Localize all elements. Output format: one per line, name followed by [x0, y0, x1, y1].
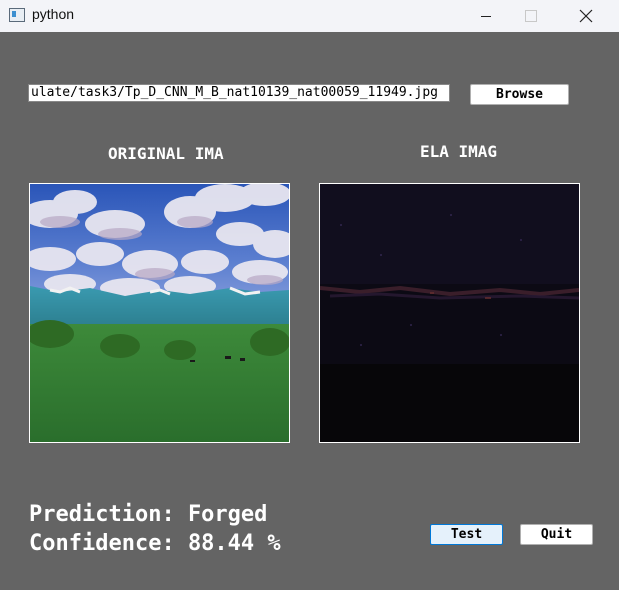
ela-image-label: ELA IMAG: [420, 142, 498, 161]
confidence-text: Confidence: 88.44 %: [29, 531, 281, 556]
ela-image: [319, 183, 580, 443]
quit-button[interactable]: Quit: [520, 524, 593, 545]
title-bar: python: [0, 0, 619, 32]
original-image-label: ORIGINAL IMA: [108, 144, 224, 163]
file-path-input[interactable]: ulate/task3/Tp_D_CNN_M_B_nat10139_nat000…: [28, 84, 450, 102]
ela-noise-map: [320, 184, 579, 442]
maximize-icon: [525, 10, 537, 22]
window-title: python: [32, 6, 75, 22]
browse-button[interactable]: Browse: [470, 84, 569, 105]
close-icon: [579, 9, 593, 23]
landscape-photo: [30, 184, 289, 442]
original-image: [29, 183, 290, 443]
prediction-text: Prediction: Forged: [29, 502, 268, 527]
maximize-button[interactable]: [508, 0, 554, 32]
minimize-button[interactable]: [463, 0, 509, 32]
python-app-icon: [9, 8, 25, 22]
minimize-icon: [481, 15, 491, 17]
close-button[interactable]: [563, 0, 609, 32]
test-button[interactable]: Test: [430, 524, 503, 545]
